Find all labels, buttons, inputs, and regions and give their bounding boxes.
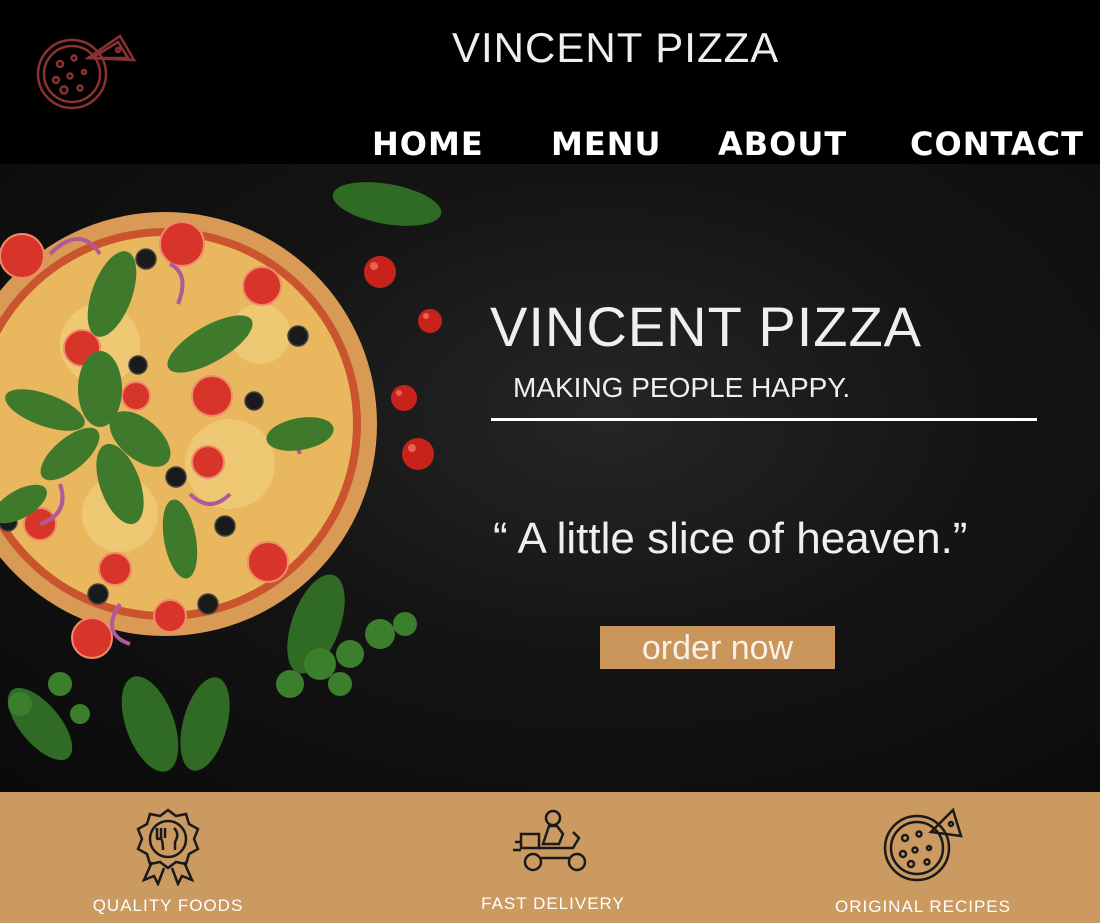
main-nav: HOME MENU ABOUT CONTACT [0,124,1100,164]
nav-menu-link[interactable]: MENU [551,124,661,164]
pizza-slice-icon[interactable] [34,28,138,116]
feature-quality-foods: QUALITY FOODS [68,792,268,923]
feature-fast-delivery: FAST DELIVERY [453,792,653,923]
nav-about-link[interactable]: ABOUT [718,124,847,164]
features-bar: QUALITY FOODS FAST DELIVERY ORIGINAL REC… [0,792,1100,923]
nav-contact-link[interactable]: CONTACT [910,124,1084,164]
order-now-button[interactable]: order now [600,626,835,669]
hero-subtitle: MAKING PEOPLE HAPPY. [513,372,851,403]
site-header: VINCENT PIZZA HOME MENU ABOUT CONTACT [0,0,1100,163]
nav-home-link[interactable]: HOME [372,124,484,164]
feature-label: FAST DELIVERY [481,894,625,913]
feature-label: ORIGINAL RECIPES [835,897,1011,916]
pizza-photo [0,182,442,772]
site-title: VINCENT PIZZA [452,24,780,71]
feature-original-recipes: ORIGINAL RECIPES [823,792,1023,923]
pizza-icon [883,807,963,882]
hero-quote: “ A little slice of heaven.” [493,514,968,563]
feature-label: QUALITY FOODS [92,896,244,915]
quality-badge-icon [136,808,200,886]
delivery-scooter-icon [513,809,587,872]
hero-section: VINCENT PIZZA MAKING PEOPLE HAPPY. “ A l… [0,164,1100,792]
hero-title: VINCENT PIZZA [490,295,923,358]
hero-divider [491,418,1037,421]
